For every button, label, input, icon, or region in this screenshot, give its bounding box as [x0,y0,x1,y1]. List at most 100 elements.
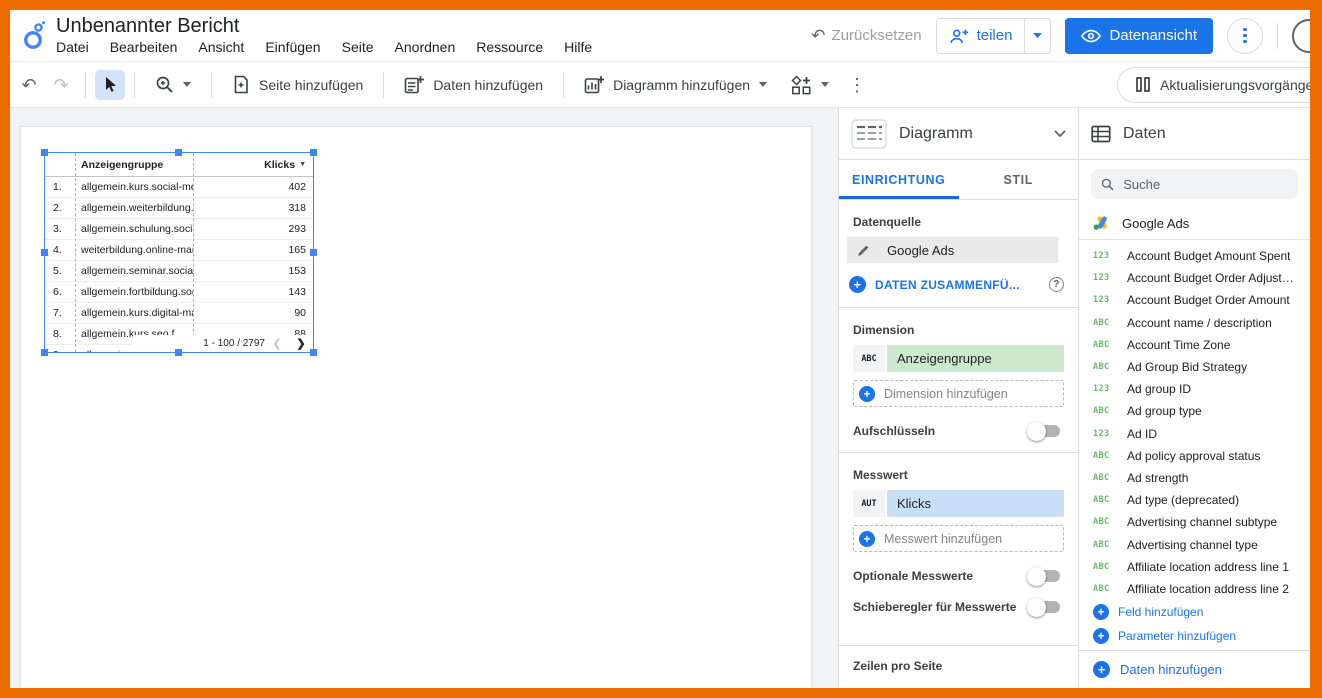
more-vertical-icon: ⋮ [848,76,866,94]
field-list-item[interactable]: ABC Account name / description [1079,312,1310,334]
field-name: Ad policy approval status [1127,449,1260,463]
select-tool-button[interactable] [95,70,125,100]
add-control-button[interactable] [780,67,840,103]
add-chart-button[interactable]: Diagramm hinzufügen [573,67,778,103]
field-search[interactable] [1091,169,1298,199]
add-parameter-button[interactable]: + Parameter hinzufügen [1079,624,1310,648]
data-panel: Daten Google Ads 123 Account Budget Amo [1078,108,1310,688]
table-chart[interactable]: Anzeigengruppe Klicks ▼ 1. allgemein.kur… [45,153,313,352]
field-type-badge: 123 [1093,429,1118,439]
field-list-item[interactable]: 123 Account Budget Order Amount [1079,289,1310,311]
report-canvas[interactable]: Anzeigengruppe Klicks ▼ 1. allgemein.kur… [10,108,838,688]
field-list-item[interactable]: 123 Account Budget Order Adjustable Am..… [1079,267,1310,289]
field-type-badge: ABC [1093,562,1118,572]
undo-button[interactable]: ↶ [14,70,44,100]
drilldown-label: Aufschlüsseln [853,424,935,438]
field-name: Advertising channel subtype [1127,515,1277,529]
resize-handle[interactable] [310,149,317,156]
field-list-item[interactable]: ABC Ad group type [1079,400,1310,422]
resize-handle[interactable] [310,249,317,256]
reset-button[interactable]: ↶ Zurücksetzen [811,27,921,44]
refresh-operations-button[interactable]: Aktualisierungsvorgänge p [1117,67,1310,103]
add-parameter-label: Parameter hinzufügen [1118,629,1236,643]
field-list-item[interactable]: 123 Ad group ID [1079,378,1310,400]
menu-item[interactable]: Seite [342,39,374,55]
menu-item[interactable]: Bearbeiten [110,39,178,55]
field-list-item[interactable]: ABC Affiliate location address line 2 [1079,578,1310,600]
toolbar-more-button[interactable]: ⋮ [842,70,872,100]
rows-per-page-label: Zeilen pro Seite [839,645,1078,688]
pencil-icon[interactable] [857,243,871,257]
page-prev-icon[interactable]: ❮ [265,337,289,350]
dimension-chip[interactable]: ABC Anzeigengruppe [853,345,1064,372]
add-field-button[interactable]: + Feld hinzufügen [1079,600,1310,624]
undo-icon: ↶ [811,27,825,44]
optional-metrics-toggle[interactable] [1030,570,1060,582]
table-col-dimension[interactable]: Anzeigengruppe [75,159,193,171]
share-dropdown[interactable] [1024,19,1050,53]
plus-icon: + [1093,604,1109,620]
field-list-item[interactable]: 123 Account Budget Amount Spent [1079,245,1310,267]
eye-icon [1081,29,1101,43]
add-dimension-button[interactable]: + Dimension hinzufügen [853,380,1064,407]
resize-handle[interactable] [310,349,317,356]
metric-chip[interactable]: AUT Klicks [853,490,1064,517]
header-separator [1277,23,1278,49]
datasource-row[interactable]: Google Ads [847,237,1058,263]
add-metric-button[interactable]: + Messwert hinzufügen [853,525,1064,552]
menu-item[interactable]: Ressource [476,39,543,55]
menu-item[interactable]: Ansicht [198,39,244,55]
redo-button[interactable]: ↷ [46,70,76,100]
field-list-item[interactable]: 123 Ad ID [1079,423,1310,445]
field-list-item[interactable]: ABC Affiliate location address line 1 [1079,556,1310,578]
resize-handle[interactable] [41,149,48,156]
table-row: 2. allgemein.weiterbildung.soci.. 318 [45,198,313,219]
optional-metrics-label: Optionale Messwerte [853,569,973,583]
resize-handle[interactable] [41,349,48,356]
help-icon[interactable]: ? [1049,277,1064,292]
blend-data-button[interactable]: + DATEN ZUSAMMENFÜ... ? [849,276,1064,293]
zoom-tool-button[interactable] [144,67,202,103]
undo-icon: ↶ [21,76,36,94]
field-name: Account Budget Order Adjustable Am... [1127,271,1296,285]
menu-item[interactable]: Anordnen [395,39,456,55]
add-data-icon [404,75,424,94]
add-metric-label: Messwert hinzufügen [884,532,1002,546]
add-data-bottom-label: Daten hinzufügen [1120,662,1222,677]
chevron-down-icon[interactable] [1054,130,1066,138]
share-button[interactable]: teilen [936,18,1052,54]
report-title[interactable]: Unbenannter Bericht [56,15,592,37]
add-data-bottom-button[interactable]: + Daten hinzufügen [1079,650,1310,688]
field-list-item[interactable]: ABC Ad Group Bid Strategy [1079,356,1310,378]
datasource-group[interactable]: Google Ads [1079,207,1310,240]
plus-icon: + [1093,628,1109,644]
menu-item[interactable]: Einfügen [265,39,320,55]
table-col-metric[interactable]: Klicks ▼ [193,159,313,171]
field-list-item[interactable]: ABC Advertising channel subtype [1079,511,1310,533]
resize-handle[interactable] [41,249,48,256]
field-list-item[interactable]: ABC Ad type (deprecated) [1079,489,1310,511]
table-row: 6. allgemein.fortbildung.social-.. 143 [45,282,313,303]
field-list-item[interactable]: ABC Account Time Zone [1079,334,1310,356]
resize-handle[interactable] [175,149,182,156]
field-type-badge: ABC [853,345,885,372]
edit-toolbar: ↶ ↷ Seite hinzufügen [10,62,1310,108]
metric-slider-toggle[interactable] [1030,601,1060,613]
add-page-button[interactable]: Seite hinzufügen [221,67,374,103]
add-data-button[interactable]: Daten hinzufügen [393,67,554,103]
menu-item[interactable]: Hilfe [564,39,592,55]
tab-style[interactable]: STIL [959,160,1079,199]
field-list-item[interactable]: ABC Ad policy approval status [1079,445,1310,467]
field-list-item[interactable]: ABC Advertising channel type [1079,533,1310,555]
resize-handle[interactable] [175,349,182,356]
view-button[interactable]: Datenansicht [1065,18,1213,54]
tab-setup[interactable]: EINRICHTUNG [839,160,959,199]
account-avatar[interactable] [1292,19,1310,53]
menu-item[interactable]: Datei [56,39,89,55]
reset-label: Zurücksetzen [832,27,922,44]
drilldown-toggle[interactable] [1030,425,1060,437]
more-options-button[interactable] [1227,18,1263,54]
field-list-item[interactable]: ABC Ad strength [1079,467,1310,489]
add-page-icon [232,75,250,94]
search-input[interactable] [1123,177,1288,192]
